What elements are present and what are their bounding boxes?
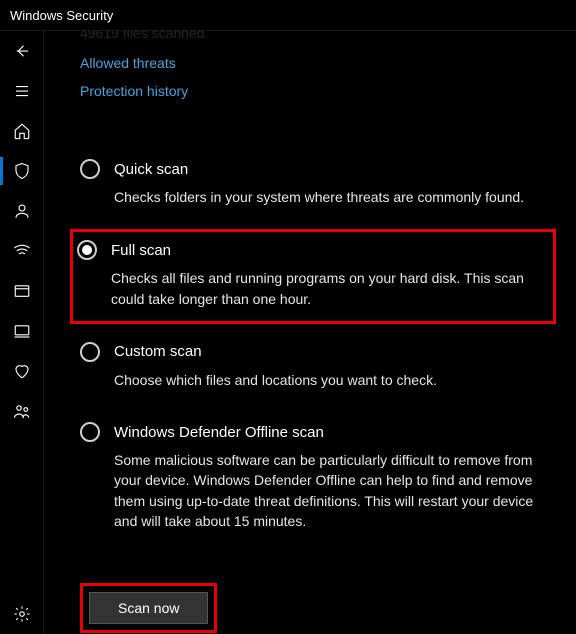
scan-options: Quick scan Checks folders in your system… bbox=[80, 149, 556, 545]
radio-full-scan[interactable] bbox=[77, 240, 97, 260]
option-custom-scan[interactable]: Custom scan Choose which files and locat… bbox=[80, 332, 556, 404]
sidebar-item-home[interactable] bbox=[0, 111, 43, 151]
option-full-scan[interactable]: Full scan Checks all files and running p… bbox=[70, 229, 556, 324]
person-icon bbox=[13, 202, 31, 220]
option-title: Quick scan bbox=[114, 161, 188, 178]
window-title: Windows Security bbox=[10, 8, 113, 23]
sidebar-item-family[interactable] bbox=[0, 391, 43, 431]
sidebar bbox=[0, 31, 44, 634]
radio-quick-scan[interactable] bbox=[80, 159, 100, 179]
option-title: Custom scan bbox=[114, 343, 202, 360]
radio-offline-scan[interactable] bbox=[80, 422, 100, 442]
sidebar-item-performance[interactable] bbox=[0, 351, 43, 391]
wifi-icon bbox=[13, 242, 31, 260]
app-browser-icon bbox=[13, 282, 31, 300]
scanned-count: 49619 files scanned. bbox=[80, 31, 556, 41]
sidebar-item-settings[interactable] bbox=[0, 594, 43, 634]
menu-button[interactable] bbox=[0, 71, 43, 111]
option-quick-scan[interactable]: Quick scan Checks folders in your system… bbox=[80, 149, 556, 221]
family-icon bbox=[13, 402, 31, 420]
option-offline-scan[interactable]: Windows Defender Offline scan Some malic… bbox=[80, 412, 556, 545]
radio-custom-scan[interactable] bbox=[80, 342, 100, 362]
main-content: 49619 files scanned. Allowed threats Pro… bbox=[44, 31, 576, 634]
gear-icon bbox=[13, 605, 31, 623]
window-titlebar: Windows Security bbox=[0, 0, 576, 30]
scan-now-highlight: Scan now bbox=[80, 583, 217, 633]
sidebar-item-account[interactable] bbox=[0, 191, 43, 231]
shield-icon bbox=[13, 162, 31, 180]
link-allowed-threats[interactable]: Allowed threats bbox=[80, 55, 556, 71]
home-icon bbox=[13, 122, 31, 140]
option-desc: Choose which files and locations you wan… bbox=[114, 370, 548, 390]
sidebar-item-app-browser[interactable] bbox=[0, 271, 43, 311]
hamburger-icon bbox=[13, 82, 31, 100]
device-icon bbox=[13, 322, 31, 340]
back-button[interactable] bbox=[0, 31, 43, 71]
heart-icon bbox=[13, 362, 31, 380]
sidebar-item-security[interactable] bbox=[0, 151, 43, 191]
app-body: 49619 files scanned. Allowed threats Pro… bbox=[0, 30, 576, 634]
option-title: Windows Defender Offline scan bbox=[114, 424, 324, 441]
sidebar-item-device[interactable] bbox=[0, 311, 43, 351]
option-desc: Checks folders in your system where thre… bbox=[114, 187, 548, 207]
option-desc: Some malicious software can be particula… bbox=[114, 450, 548, 531]
scan-now-button[interactable]: Scan now bbox=[89, 592, 208, 624]
option-desc: Checks all files and running programs on… bbox=[111, 268, 545, 309]
option-title: Full scan bbox=[111, 242, 171, 259]
back-arrow-icon bbox=[13, 42, 31, 60]
sidebar-item-firewall[interactable] bbox=[0, 231, 43, 271]
link-protection-history[interactable]: Protection history bbox=[80, 83, 556, 99]
